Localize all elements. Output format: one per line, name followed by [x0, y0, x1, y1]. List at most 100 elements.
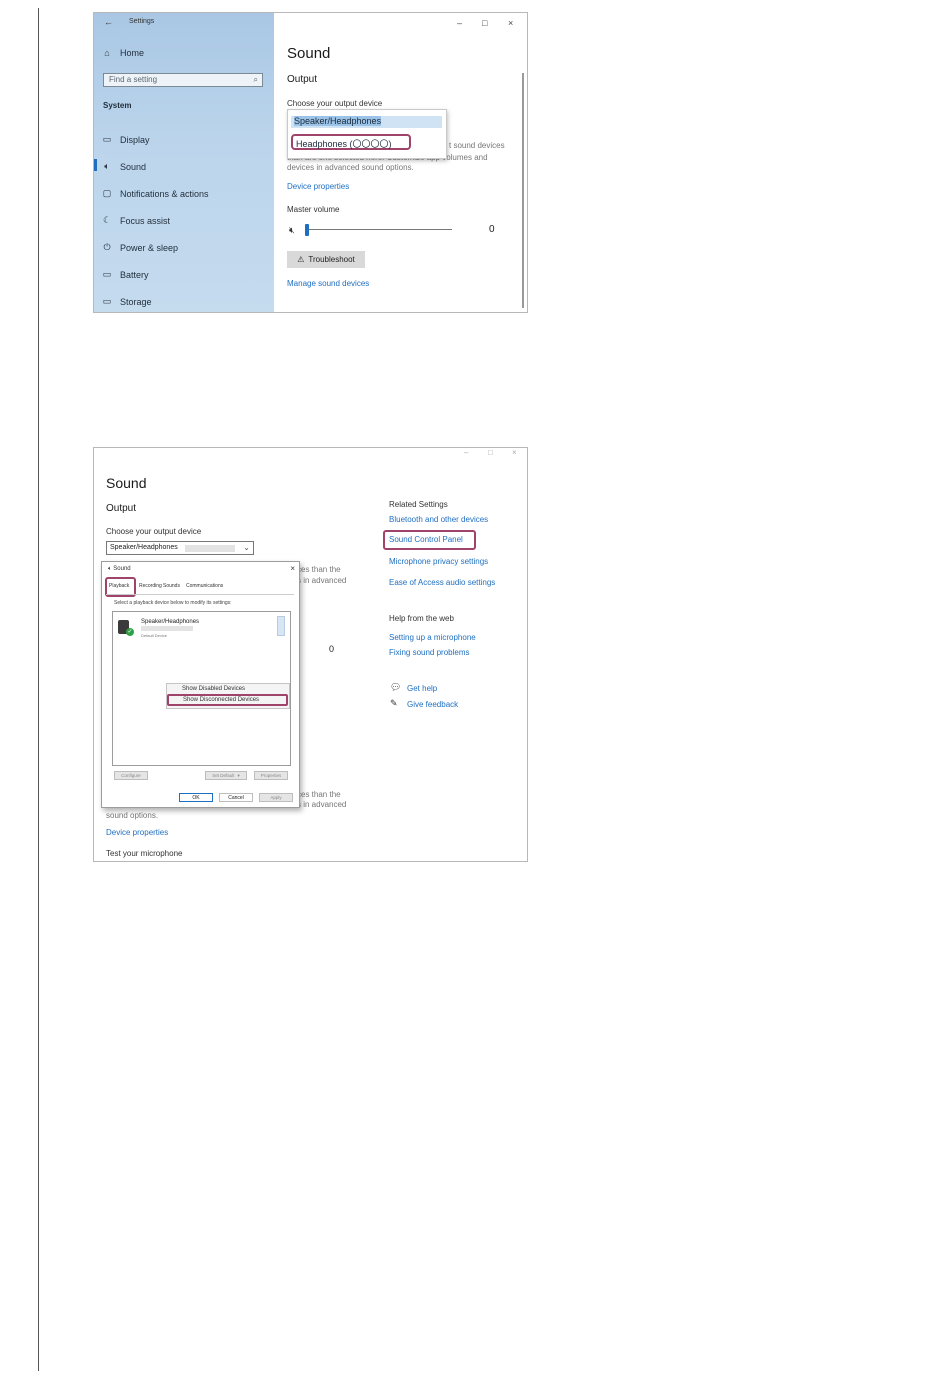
- output-heading: Output: [106, 503, 137, 514]
- master-volume-label: Master volume: [287, 205, 340, 214]
- description-fragment: s in advanced: [297, 576, 347, 585]
- volume-slider-thumb[interactable]: [305, 224, 309, 236]
- volume-value: 0: [329, 644, 335, 654]
- properties-button[interactable]: Properties: [254, 771, 288, 780]
- selection-indicator: [94, 159, 97, 171]
- sidebar-item-sound[interactable]: 🔈︎ Sound: [102, 161, 146, 172]
- mute-speaker-icon[interactable]: 🔇︎: [289, 225, 295, 236]
- storage-icon: ▭: [102, 296, 112, 306]
- back-arrow-icon[interactable]: ←: [104, 17, 113, 27]
- microphone-privacy-link[interactable]: Microphone privacy settings: [389, 557, 488, 566]
- page-title: Sound: [287, 45, 331, 62]
- monitor-icon: ▭: [102, 134, 112, 144]
- output-heading: Output: [287, 74, 318, 85]
- highlight-box: [383, 530, 476, 550]
- default-check-icon: ✓: [126, 628, 134, 636]
- instruction-text: Select a playback device below to modify…: [114, 600, 232, 606]
- speaker-icon: 🔈︎: [104, 161, 110, 171]
- troubleshoot-button[interactable]: ⚠ Troubleshoot: [287, 251, 365, 268]
- tab-communications[interactable]: Communications: [186, 583, 223, 589]
- sidebar-item-label: Home: [120, 48, 145, 58]
- close-button[interactable]: ×: [512, 448, 517, 457]
- description-text: devices in advanced sound options.: [287, 163, 414, 172]
- related-settings-heading: Related Settings: [389, 500, 448, 509]
- sidebar-item-notifications[interactable]: ▢ Notifications & actions: [102, 188, 209, 199]
- description-fragment: ces than the: [297, 790, 341, 799]
- sound-control-panel-dialog: 🔈︎ Sound × Playback Recording Sounds Com…: [101, 561, 300, 808]
- choose-output-label: Choose your output device: [287, 99, 383, 108]
- help-heading: Help from the web: [389, 614, 454, 623]
- volume-slider-track[interactable]: [306, 229, 452, 230]
- notification-icon: ▢: [102, 188, 112, 198]
- search-icon: ⌕: [253, 75, 258, 84]
- sidebar-item-battery[interactable]: ▭ Battery: [102, 269, 149, 280]
- redacted-name: [185, 545, 235, 552]
- cancel-button[interactable]: Cancel: [219, 793, 253, 802]
- menu-item-show-disabled[interactable]: Show Disabled Devices: [182, 686, 245, 692]
- scrollbar[interactable]: [522, 73, 524, 308]
- description-fragment: s in advanced: [297, 800, 347, 809]
- description-fragment: sound options.: [106, 811, 159, 820]
- bluetooth-devices-link[interactable]: Bluetooth and other devices: [389, 515, 488, 524]
- tab-divider: [106, 594, 294, 595]
- sidebar-item-display[interactable]: ▭ Display: [102, 134, 150, 145]
- power-icon: ⏻: [103, 242, 111, 252]
- test-microphone-heading: Test your microphone: [106, 849, 183, 858]
- dropdown-option-speaker[interactable]: Speaker/Headphones: [291, 116, 442, 128]
- tab-sounds[interactable]: Sounds: [163, 583, 180, 589]
- configure-button[interactable]: Configure: [114, 771, 148, 780]
- ok-button[interactable]: OK: [179, 793, 213, 802]
- sound-settings-screenshot: – □ × Sound Output Choose your output de…: [93, 447, 528, 862]
- window-title: Settings: [129, 18, 155, 25]
- device-properties-link[interactable]: Device properties: [106, 828, 168, 837]
- device-status: Default Device: [141, 633, 168, 638]
- close-button[interactable]: ×: [508, 18, 513, 28]
- settings-sidebar: ← Settings ⌂ Home Find a setting ⌕ Syste…: [94, 13, 274, 312]
- minimize-button[interactable]: –: [464, 448, 468, 457]
- redacted-name: [141, 626, 193, 631]
- playback-device-list[interactable]: ✓ Speaker/Headphones Default Device Show…: [112, 611, 291, 766]
- chevron-down-icon: ⌄: [243, 543, 250, 552]
- get-help-link[interactable]: Get help: [407, 684, 437, 693]
- menu-item-show-disconnected[interactable]: Show Disconnected Devices: [167, 694, 288, 706]
- maximize-button[interactable]: □: [488, 448, 493, 457]
- dialog-title: 🔈︎ Sound: [108, 566, 131, 572]
- search-input[interactable]: Find a setting ⌕: [103, 73, 263, 87]
- close-icon[interactable]: ×: [290, 564, 295, 573]
- section-heading: System: [103, 101, 132, 110]
- page-margin-line: [38, 8, 39, 1371]
- ease-of-access-audio-link[interactable]: Ease of Access audio settings: [389, 578, 495, 587]
- choose-output-label: Choose your output device: [106, 527, 202, 536]
- page-title: Sound: [106, 475, 147, 491]
- feedback-icon: ✎: [390, 698, 398, 708]
- minimize-button[interactable]: –: [457, 18, 462, 28]
- sidebar-item-home[interactable]: ⌂ Home: [102, 48, 144, 58]
- device-name[interactable]: Speaker/Headphones: [141, 619, 199, 625]
- manage-sound-devices-link[interactable]: Manage sound devices: [287, 279, 369, 288]
- tab-recording[interactable]: Recording: [139, 583, 162, 589]
- sidebar-item-power-sleep[interactable]: ⏻ Power & sleep: [102, 242, 178, 253]
- list-scrollbar[interactable]: [277, 616, 285, 636]
- settings-window-screenshot: ← Settings ⌂ Home Find a setting ⌕ Syste…: [93, 12, 528, 313]
- device-properties-link[interactable]: Device properties: [287, 182, 349, 191]
- maximize-button[interactable]: □: [482, 18, 487, 28]
- sidebar-item-storage[interactable]: ▭ Storage: [102, 296, 152, 307]
- fix-sound-problems-link[interactable]: Fixing sound problems: [389, 648, 469, 657]
- output-device-select[interactable]: Speaker/Headphones ⌄: [106, 541, 254, 555]
- battery-icon: ▭: [102, 269, 112, 279]
- give-feedback-link[interactable]: Give feedback: [407, 700, 458, 709]
- dropdown-arrow-icon: ▾: [237, 772, 240, 778]
- volume-value: 0: [489, 224, 495, 235]
- home-icon: ⌂: [104, 48, 110, 58]
- description-fragment: ces than the: [297, 565, 341, 574]
- apply-button[interactable]: Apply: [259, 793, 293, 802]
- moon-icon: ☾: [102, 215, 112, 225]
- sidebar-item-focus-assist[interactable]: ☾ Focus assist: [102, 215, 170, 226]
- get-help-icon: 💬︎: [390, 682, 402, 692]
- context-menu: Show Disabled Devices Show Disconnected …: [166, 683, 290, 709]
- description-text: t sound devices: [449, 141, 505, 150]
- setup-microphone-link[interactable]: Setting up a microphone: [389, 633, 476, 642]
- dropdown-option-headphones[interactable]: Headphones (〇〇〇〇): [291, 134, 411, 150]
- output-device-dropdown: Speaker/Headphones Headphones (〇〇〇〇): [287, 109, 447, 159]
- set-default-button[interactable]: Set Default ▾: [205, 771, 247, 780]
